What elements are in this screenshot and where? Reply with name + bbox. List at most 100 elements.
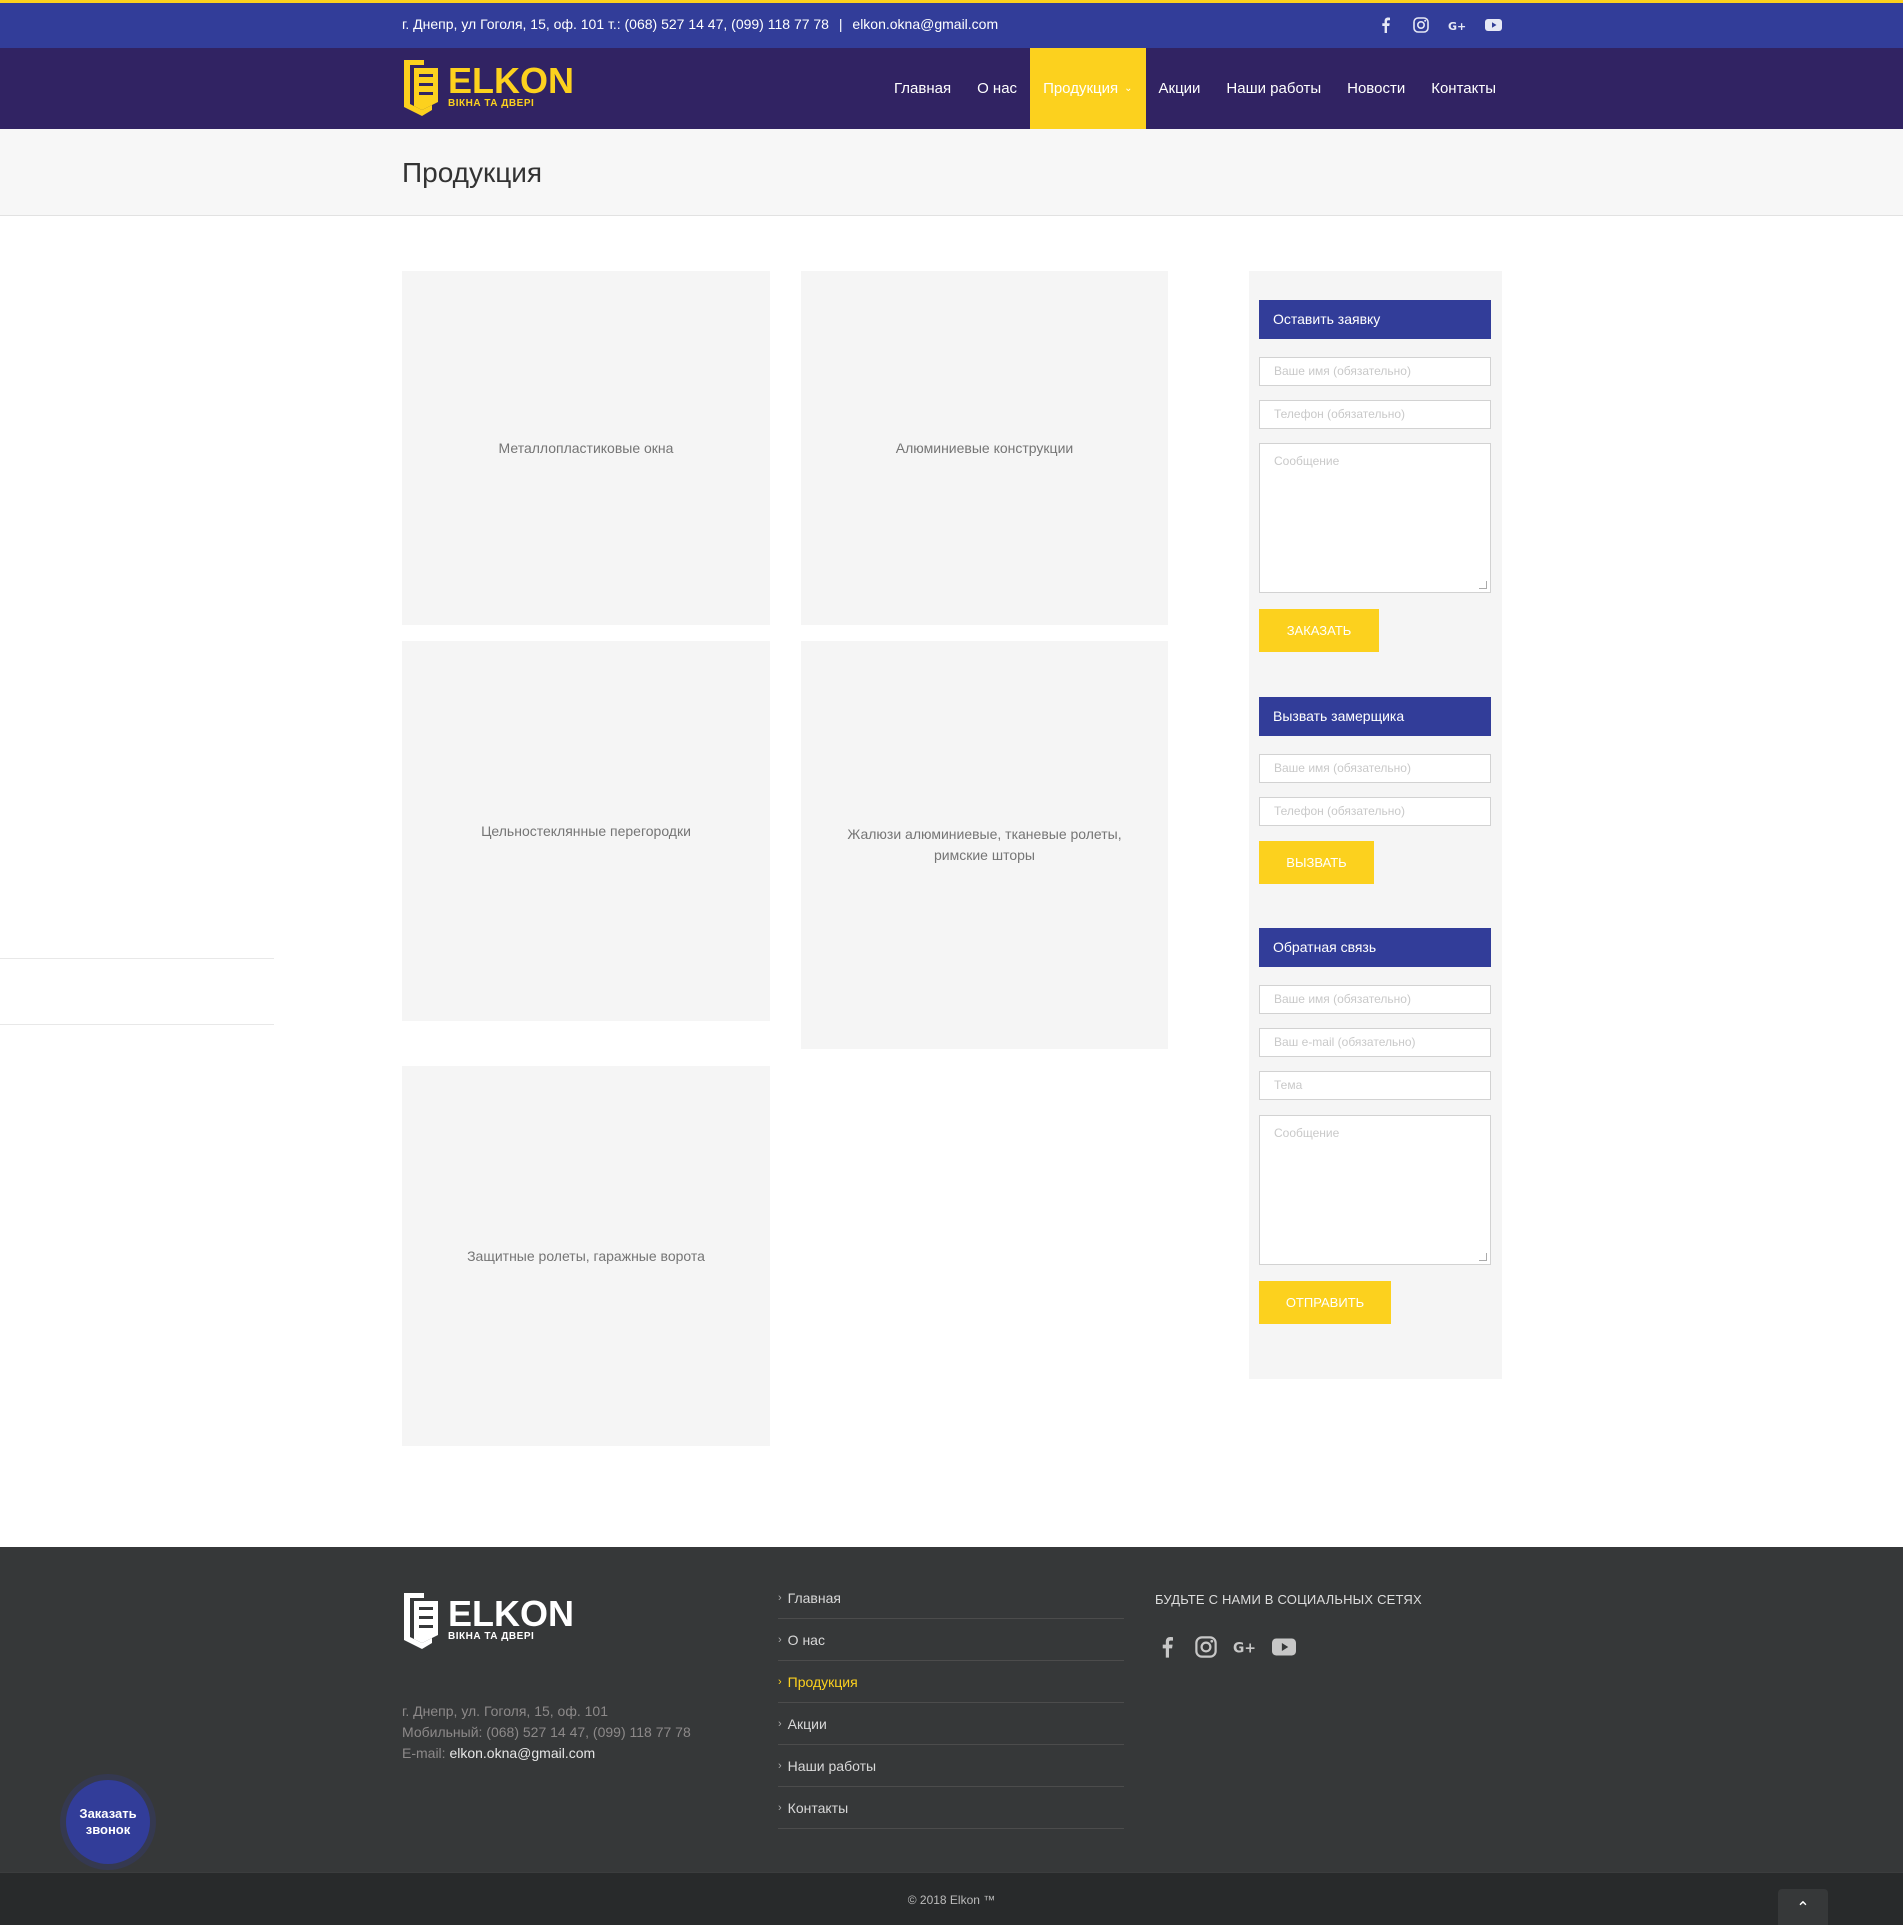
footer-menu-label: Акции [787,1715,827,1732]
order-name-input[interactable]: Ваше имя (обязательно) [1259,357,1491,386]
callback-label-line1: Заказать [79,1806,137,1821]
chevron-right-icon: › [778,1675,782,1688]
google-plus-icon[interactable]: G+ [1447,15,1467,35]
footer-menu-item-promotions[interactable]: › Акции [778,1703,1124,1745]
widget-title-feedback: Обратная связь [1259,928,1491,967]
footer-logo[interactable]: ELKON ВІКНА ТА ДВЕРІ [402,1589,574,1649]
widget-title-order: Оставить заявку [1259,300,1491,339]
footer-email-label: E-mail: [402,1745,446,1761]
main-header: ELKON ВІКНА ТА ДВЕРІ Главная О нас Проду… [0,48,1903,129]
footer-logo-mark-icon [404,1593,438,1649]
facebook-icon[interactable] [1375,15,1395,35]
product-card[interactable]: Цельностеклянные перегородки [402,641,770,1021]
chevron-right-icon: › [778,1759,782,1772]
footer-email-link[interactable]: elkon.okna@gmail.com [449,1745,595,1761]
footer-social-links: G+ [1155,1635,1296,1659]
nav-item-label: Продукция [1043,80,1119,97]
callback-button[interactable]: Заказать звонок [66,1780,150,1864]
left-divider [0,958,274,959]
resize-grip-icon[interactable] [1479,581,1487,589]
feedback-submit-button[interactable]: ОТПРАВИТЬ [1259,1281,1391,1324]
chevron-down-icon: ⌄ [1124,83,1133,94]
top-contact: г. Днепр, ул Гоголя, 15, оф. 101 т.: (06… [402,16,998,32]
nav-item-about[interactable]: О нас [964,48,1030,129]
svg-text:G+: G+ [1233,1641,1256,1655]
sidebar: Оставить заявку Ваше имя (обязательно) Т… [1249,271,1502,1379]
copyright-text: © 2018 Elkon ™ [907,1893,996,1907]
chevron-right-icon: › [778,1801,782,1814]
chevron-right-icon: › [778,1633,782,1646]
feedback-subject-input[interactable]: Тема [1259,1071,1491,1100]
nav-item-promotions[interactable]: Акции [1146,48,1214,129]
order-phone-input[interactable]: Телефон (обязательно) [1259,400,1491,429]
site-logo[interactable]: ELKON ВІКНА ТА ДВЕРІ [402,56,574,116]
footer-menu-item-home[interactable]: › Главная [778,1577,1124,1619]
product-card[interactable]: Алюминиевые конструкции [801,271,1168,625]
chevron-right-icon: › [778,1717,782,1730]
instagram-icon[interactable] [1194,1635,1218,1659]
nav-item-news[interactable]: Новости [1334,48,1418,129]
logo-text: ELKON ВІКНА ТА ДВЕРІ [448,63,574,110]
facebook-icon[interactable] [1155,1635,1179,1659]
nav-item-label: Новости [1347,80,1406,97]
feedback-message-placeholder: Сообщение [1274,1126,1340,1140]
product-card-label: Защитные ролеты, гаражные ворота [467,1247,705,1264]
chevron-right-icon: › [778,1591,782,1604]
instagram-icon[interactable] [1411,15,1431,35]
product-card-label: Алюминиевые конструкции [895,439,1074,456]
youtube-icon[interactable] [1272,1635,1296,1659]
page-title-bar: Продукция [0,129,1903,216]
nav-item-home[interactable]: Главная [881,48,964,129]
feedback-name-input[interactable]: Ваше имя (обязательно) [1259,985,1491,1014]
feedback-message-textarea[interactable]: Сообщение [1259,1115,1491,1265]
youtube-icon[interactable] [1483,15,1503,35]
top-separator: | [838,16,843,32]
footer-menu-label: Главная [787,1589,841,1606]
footer-menu: › Главная › О нас › Продукция › Акции › Наши … [778,1577,1124,1829]
back-to-top-button[interactable]: ⌃ [1778,1889,1828,1925]
copyright-bar: © 2018 Elkon ™ ⌃ [0,1872,1903,1925]
left-divider [0,1024,274,1025]
nav-item-products[interactable]: Продукция ⌄ [1030,48,1146,129]
footer-menu-item-works[interactable]: › Наши работы [778,1745,1124,1787]
order-message-placeholder: Сообщение [1274,454,1340,468]
order-submit-button[interactable]: ЗАКАЗАТЬ [1259,609,1379,652]
resize-grip-icon[interactable] [1479,1253,1487,1261]
callback-label: Заказать звонок [79,1806,136,1838]
nav-item-works[interactable]: Наши работы [1213,48,1334,129]
product-card-label: Металлопластиковые окна [498,439,674,456]
nav-item-contacts[interactable]: Контакты [1418,48,1509,129]
top-email-link[interactable]: elkon.okna@gmail.com [852,16,998,32]
top-address-phones: г. Днепр, ул Гоголя, 15, оф. 101 т.: (06… [402,16,829,32]
footer-menu-label: Продукция [787,1673,858,1690]
page-title: Продукция [402,157,543,188]
order-message-textarea[interactable]: Сообщение [1259,443,1491,593]
feedback-email-input[interactable]: Ваш e-mail (обязательно) [1259,1028,1491,1057]
footer-menu-item-contacts[interactable]: › Контакты [778,1787,1124,1829]
page: г. Днепр, ул Гоголя, 15, оф. 101 т.: (06… [0,0,1903,1925]
nav-item-label: О нас [977,80,1018,97]
footer-menu-label: О нас [787,1631,825,1648]
chevron-up-icon: ⌃ [1796,1900,1810,1917]
measure-phone-input[interactable]: Телефон (обязательно) [1259,797,1491,826]
product-card[interactable]: Металлопластиковые окна [402,271,770,625]
footer-menu-item-about[interactable]: › О нас [778,1619,1124,1661]
google-plus-icon[interactable]: G+ [1233,1635,1257,1659]
svg-text:G+: G+ [1448,20,1466,31]
measure-submit-button[interactable]: ВЫЗВАТЬ [1259,841,1374,884]
top-social-links: G+ [1375,15,1503,35]
logo-mark-icon [404,60,438,116]
measure-name-input[interactable]: Ваше имя (обязательно) [1259,754,1491,783]
product-card[interactable]: Жалюзи алюминиевые, тканевые ролеты, рим… [801,641,1168,1049]
site-footer: ELKON ВІКНА ТА ДВЕРІ г. Днепр, ул. Гогол… [0,1547,1903,1872]
footer-menu-item-products[interactable]: › Продукция [778,1661,1124,1703]
footer-menu-label: Контакты [787,1799,849,1816]
footer-mobile: Мобильный: (068) 527 14 47, (099) 118 77… [402,1724,691,1740]
footer-social-title: БУДЬТЕ С НАМИ В СОЦИАЛЬНЫХ СЕТЯХ [1155,1592,1422,1607]
footer-address: г. Днепр, ул. Гоголя, 15, оф. 101 [402,1703,608,1719]
footer-logo-name: ELKON [448,1593,574,1634]
widget-title-measure: Вызвать замерщика [1259,697,1491,736]
product-card[interactable]: Защитные ролеты, гаражные ворота [402,1066,770,1446]
nav-item-label: Контакты [1431,80,1496,97]
footer-contact-info: г. Днепр, ул. Гоголя, 15, оф. 101 Мобиль… [402,1701,691,1764]
